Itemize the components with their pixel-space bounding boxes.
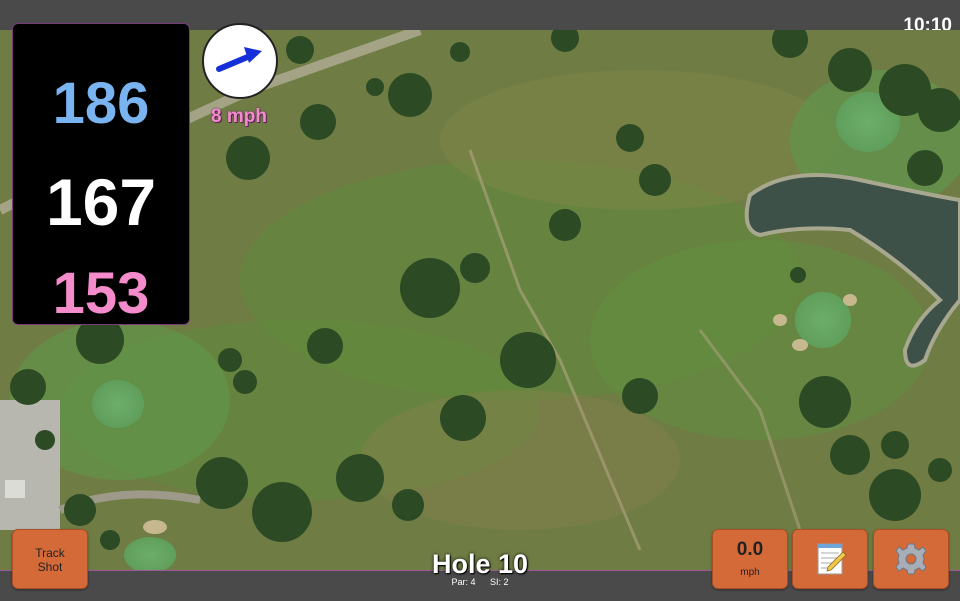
speed-unit: mph xyxy=(740,567,760,578)
notes-button[interactable] xyxy=(792,529,868,589)
track-shot-label-line1: Track xyxy=(35,546,65,560)
hole-info: Par: 4 SI: 2 xyxy=(380,577,580,587)
settings-button[interactable] xyxy=(873,529,949,589)
wind-speed: 8 mph xyxy=(211,106,267,127)
wind-arrow-icon xyxy=(216,47,262,72)
hole-title: Hole 10 xyxy=(431,549,529,579)
track-shot-label-line2: Shot xyxy=(37,560,63,574)
back-yardage: 186 xyxy=(52,71,150,136)
hole-stroke-index: SI: 2 xyxy=(490,577,509,587)
gear-icon xyxy=(895,543,927,575)
yardage-panel: 186 167 153 xyxy=(12,23,190,326)
speed-value: 0.0 xyxy=(736,539,764,560)
wind-indicator[interactable] xyxy=(202,23,278,99)
notepad-icon xyxy=(817,543,847,575)
hole-par: Par: 4 xyxy=(451,577,476,587)
track-shot-button[interactable]: Track Shot xyxy=(12,529,88,589)
front-yardage: 153 xyxy=(52,261,150,326)
speed-button[interactable]: 0.0 mph xyxy=(712,529,788,589)
center-yardage: 167 xyxy=(45,165,157,239)
